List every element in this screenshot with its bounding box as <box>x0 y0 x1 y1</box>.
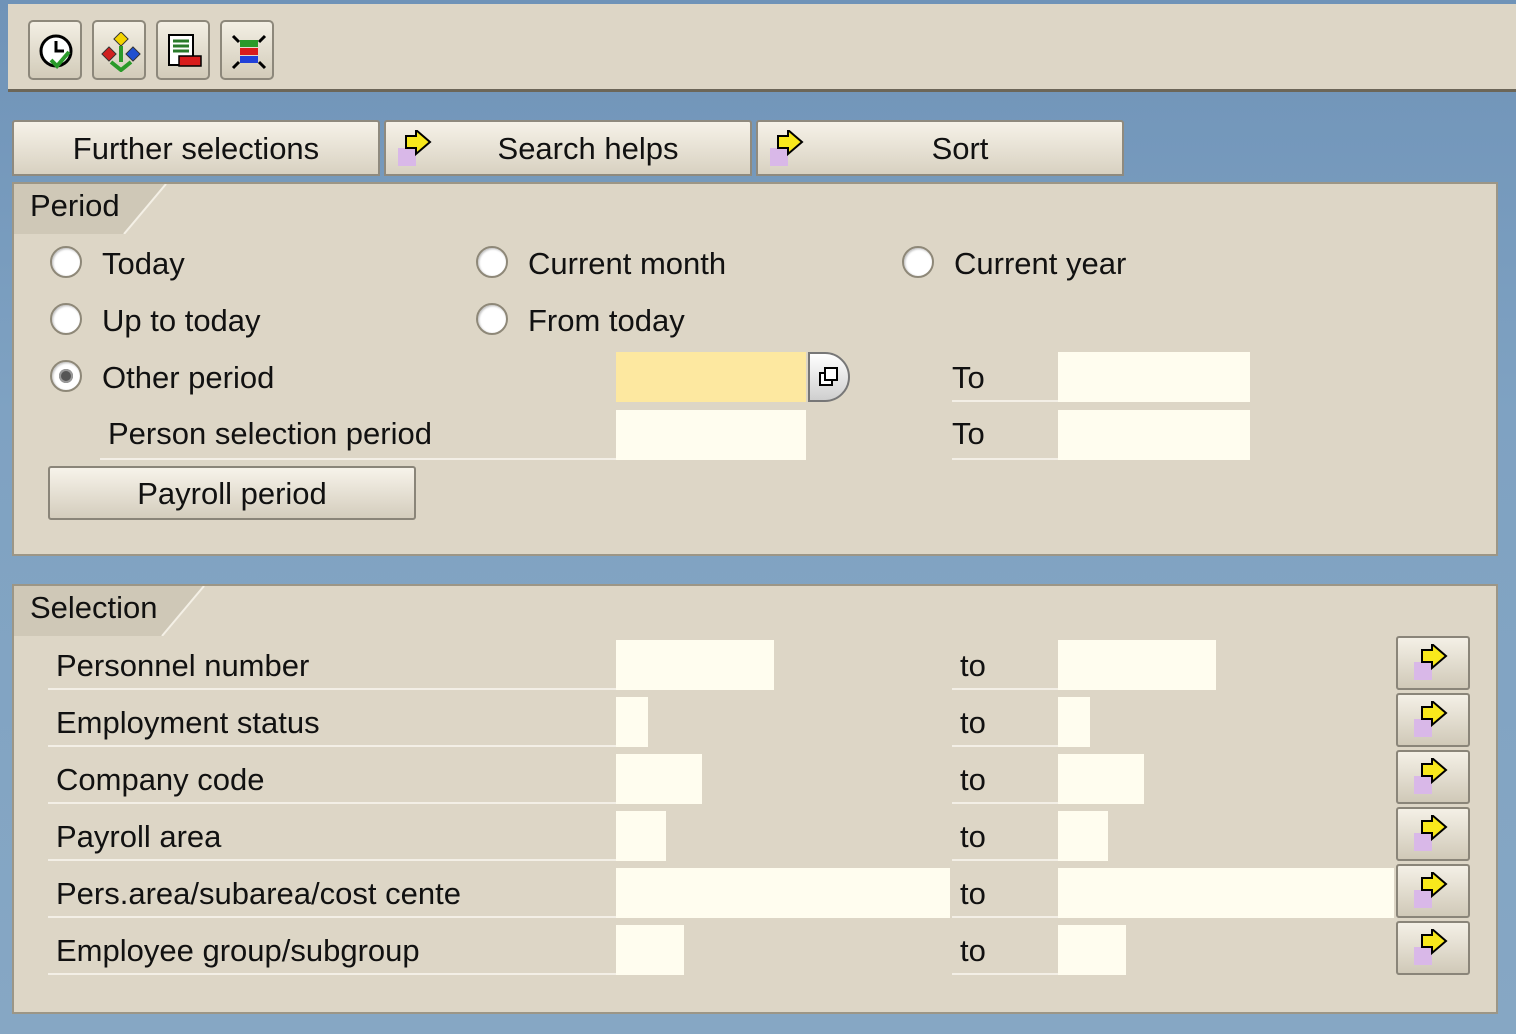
selection-label-company-code: Company code <box>48 754 616 804</box>
multiple-selection-button[interactable] <box>1396 750 1470 804</box>
payroll-area-from-field[interactable] <box>616 811 666 861</box>
radio-label-other-period: Other period <box>102 360 275 395</box>
radio-label-from-today: From today <box>528 303 685 338</box>
radio-label-current-year: Current year <box>954 246 1127 281</box>
person-selection-period-label: Person selection period <box>100 410 616 460</box>
arrow-right-icon <box>1414 929 1448 965</box>
person-selection-to-field[interactable] <box>1058 410 1250 460</box>
to-label: to <box>952 754 1058 804</box>
tab-label: Search helps <box>497 131 679 166</box>
radio-today[interactable] <box>50 246 82 278</box>
payroll-area-to-field[interactable] <box>1058 811 1108 861</box>
period-group: Period Today Current month Current year … <box>12 182 1498 556</box>
hierarchy-icon[interactable] <box>92 20 146 80</box>
tab-label: Further selections <box>72 131 320 166</box>
to-label: to <box>952 925 1058 975</box>
to-label: to <box>952 868 1058 918</box>
arrow-right-icon <box>1414 815 1448 851</box>
arrow-right-icon <box>1414 701 1448 737</box>
person-selection-to-label: To <box>952 412 1058 460</box>
tab-search-helps[interactable]: Search helps <box>384 120 752 176</box>
tab-further-selections[interactable]: Further selections <box>12 120 380 176</box>
execute-clock-icon[interactable] <box>28 20 82 80</box>
period-title: Period <box>30 188 120 223</box>
payroll-period-button[interactable]: Payroll period <box>48 466 416 520</box>
radio-label-today: Today <box>102 246 185 281</box>
arrow-right-icon <box>1414 758 1448 794</box>
radio-current-month[interactable] <box>476 246 508 278</box>
selection-fields-icon[interactable] <box>220 20 274 80</box>
employment-status-from-field[interactable] <box>616 697 648 747</box>
personnel-number-to-field[interactable] <box>1058 640 1216 690</box>
selection-group: Selection Personnel number to Employment… <box>12 584 1498 1014</box>
employment-status-to-field[interactable] <box>1058 697 1090 747</box>
company-code-from-field[interactable] <box>616 754 702 804</box>
selection-label-pers-area: Pers.area/subarea/cost cente <box>48 868 616 918</box>
selection-label-personnel-number: Personnel number <box>48 640 616 690</box>
multiple-selection-button[interactable] <box>1396 693 1470 747</box>
selection-label-employee-group: Employee group/subgroup <box>48 925 616 975</box>
tab-sort[interactable]: Sort <box>756 120 1124 176</box>
to-label: to <box>952 697 1058 747</box>
other-period-to-label: To <box>952 354 1058 402</box>
other-period-to-field[interactable] <box>1058 352 1250 402</box>
multiple-selection-button[interactable] <box>1396 807 1470 861</box>
to-label: to <box>952 811 1058 861</box>
other-period-from-field[interactable] <box>616 352 806 402</box>
employee-group-from-field[interactable] <box>616 925 684 975</box>
personnel-number-from-field[interactable] <box>616 640 774 690</box>
calendar-help-icon[interactable] <box>808 352 850 402</box>
company-code-to-field[interactable] <box>1058 754 1144 804</box>
pers-area-from-field[interactable] <box>616 868 950 918</box>
radio-other-period[interactable] <box>50 360 82 392</box>
person-selection-from-field[interactable] <box>616 410 806 460</box>
application-toolbar <box>8 4 1516 92</box>
multiple-selection-button[interactable] <box>1396 921 1470 975</box>
radio-from-today[interactable] <box>476 303 508 335</box>
radio-label-current-month: Current month <box>528 246 727 281</box>
multiple-selection-button[interactable] <box>1396 864 1470 918</box>
arrow-right-icon <box>1414 872 1448 908</box>
radio-current-year[interactable] <box>902 246 934 278</box>
radio-up-to-today[interactable] <box>50 303 82 335</box>
multiple-selection-button[interactable] <box>1396 636 1470 690</box>
selection-label-payroll-area: Payroll area <box>48 811 616 861</box>
employee-group-to-field[interactable] <box>1058 925 1126 975</box>
radio-label-up-to-today: Up to today <box>102 303 261 338</box>
selection-title: Selection <box>30 590 158 625</box>
arrow-right-icon <box>1414 644 1448 680</box>
variant-icon[interactable] <box>156 20 210 80</box>
tab-label: Sort <box>931 131 989 166</box>
pers-area-to-field[interactable] <box>1058 868 1394 918</box>
to-label: to <box>952 640 1058 690</box>
selection-label-employment-status: Employment status <box>48 697 616 747</box>
